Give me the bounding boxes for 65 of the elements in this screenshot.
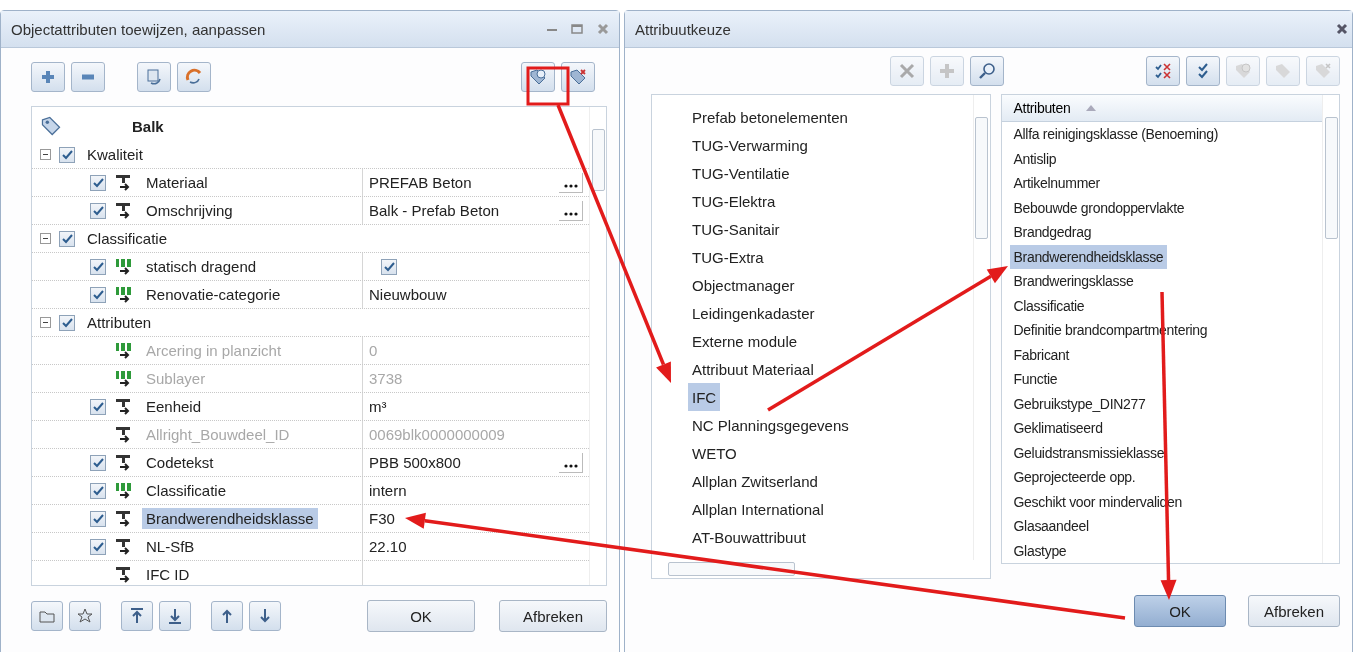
- category-item[interactable]: Allplan Zwitserland: [688, 467, 822, 495]
- category-item[interactable]: Externe module: [688, 327, 802, 355]
- attribute-value[interactable]: PREFAB Beton: [363, 174, 551, 191]
- attribute-item[interactable]: Brandgedrag: [1009, 220, 1096, 245]
- category-item[interactable]: Objectmanager: [688, 271, 799, 299]
- attribute-name: Arcering in planzicht: [145, 341, 283, 361]
- attribute-value[interactable]: PBB 500x800: [363, 454, 551, 471]
- ok-button[interactable]: OK: [1134, 595, 1226, 627]
- attribute-item[interactable]: Brandwerendheidsklasse: [1009, 244, 1168, 269]
- attribute-item[interactable]: Brandweringsklasse: [1009, 269, 1138, 294]
- attribute-value[interactable]: F30: [363, 510, 589, 527]
- column-header[interactable]: Attributen: [1001, 95, 1322, 122]
- attribute-name: IFC ID: [145, 565, 191, 585]
- cancel-button[interactable]: Afbreken: [1248, 595, 1340, 627]
- attribute-name: Codetekst: [145, 453, 215, 473]
- ok-button[interactable]: OK: [367, 600, 475, 632]
- category-item[interactable]: WETO: [688, 439, 741, 467]
- attribute-item[interactable]: Glasaandeel: [1009, 514, 1093, 539]
- attribute-item[interactable]: Antislip: [1009, 146, 1061, 171]
- attribute-name: Renovatie-categorie: [145, 285, 282, 305]
- attribute-item[interactable]: Allfa reinigingsklasse (Benoeming): [1009, 122, 1223, 147]
- attribute-name: Eenheid: [145, 397, 203, 417]
- column-title: Attributen: [1013, 100, 1071, 116]
- category-item[interactable]: Attribuut Materiaal: [688, 355, 818, 383]
- attribute-name: Omschrijving: [145, 201, 234, 221]
- category-item[interactable]: AT-Bouwattribuut: [688, 523, 810, 551]
- attribute-item[interactable]: Geluidstransmissieklasse: [1009, 440, 1169, 465]
- attribute-value[interactable]: m³: [363, 398, 589, 415]
- attribute-value[interactable]: intern: [363, 482, 589, 499]
- category-item[interactable]: TUG-Sanitair: [688, 215, 784, 243]
- attribute-value[interactable]: 22.10: [363, 538, 589, 555]
- category-item[interactable]: Prefab betonelementen: [688, 103, 852, 131]
- attribute-item[interactable]: Classificatie: [1009, 293, 1089, 318]
- category-item[interactable]: TUG-Extra: [688, 243, 768, 271]
- group-label: Attributen: [86, 313, 153, 333]
- category-item[interactable]: Leidingenkadaster: [688, 299, 819, 327]
- group-label: Classificatie: [86, 229, 169, 249]
- category-item[interactable]: IFC: [688, 383, 721, 411]
- category-item[interactable]: TUG-Ventilatie: [688, 159, 794, 187]
- attribute-item[interactable]: Glastype: [1009, 538, 1071, 563]
- attribute-name: Brandwerendheidsklasse: [142, 508, 318, 529]
- object-name: Balk: [131, 116, 165, 137]
- group-label: Kwaliteit: [86, 145, 144, 165]
- category-item[interactable]: TUG-Elektra: [688, 187, 780, 215]
- attribute-item[interactable]: Functie: [1009, 367, 1062, 392]
- window-title: Objectattributen toewijzen, aanpassen: [11, 20, 266, 38]
- category-item[interactable]: Allplan International: [688, 495, 828, 523]
- attribute-name: Classificatie: [145, 481, 228, 501]
- attribute-value[interactable]: Balk - Prefab Beton: [363, 202, 551, 219]
- attribute-item[interactable]: Bebouwde grondoppervlakte: [1009, 195, 1189, 220]
- category-item[interactable]: NC Planningsgegevens: [688, 411, 853, 439]
- attribute-item[interactable]: Artikelnummer: [1009, 171, 1104, 196]
- attribute-name: Sublayer: [145, 369, 207, 389]
- attribute-name: Allright_Bouwdeel_ID: [145, 425, 291, 445]
- attribute-item[interactable]: Geprojecteerde opp.: [1009, 465, 1140, 490]
- cancel-button[interactable]: Afbreken: [499, 600, 607, 632]
- attribute-item[interactable]: Gebruikstype_DIN277: [1009, 391, 1150, 416]
- attribute-name: Materiaal: [145, 173, 209, 193]
- attribute-value[interactable]: Nieuwbouw: [363, 286, 589, 303]
- attribute-name: NL-SfB: [145, 537, 196, 557]
- attribute-item[interactable]: Geklimatiseerd: [1009, 416, 1107, 441]
- attribute-name: statisch dragend: [145, 257, 258, 277]
- category-item[interactable]: TUG-Verwarming: [688, 131, 812, 159]
- window-title: Attribuutkeuze: [635, 20, 731, 38]
- attribute-item[interactable]: Fabricant: [1009, 342, 1074, 367]
